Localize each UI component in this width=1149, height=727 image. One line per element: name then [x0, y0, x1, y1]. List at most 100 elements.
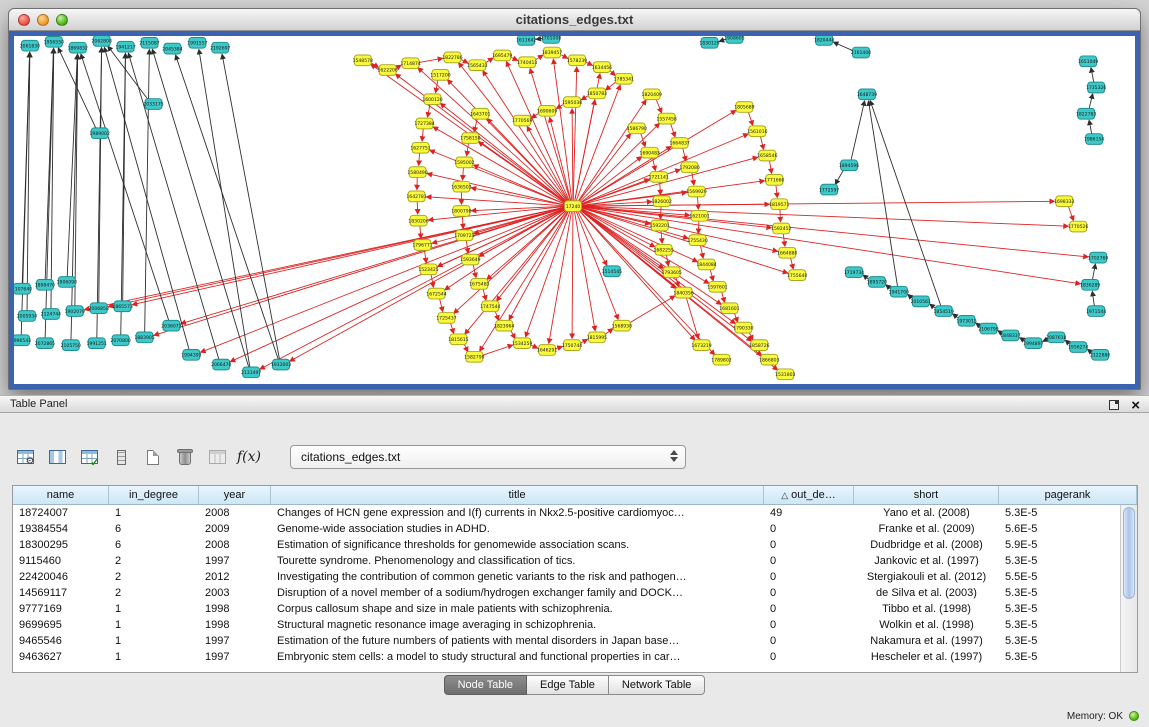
graph-node[interactable]: 1725437 — [436, 313, 456, 324]
table-row[interactable]: 946362711997Embryonic stem cells: a mode… — [13, 649, 1137, 665]
graph-node[interactable]: 2115087 — [139, 37, 159, 48]
table-cell[interactable]: 1998 — [199, 601, 271, 617]
graph-node[interactable]: 1634456 — [592, 62, 612, 73]
graph-node[interactable]: 1830129 — [699, 37, 719, 48]
table-cell[interactable]: Stergiakouli et al. (2012) — [854, 569, 999, 585]
graph-node[interactable]: 1956550 — [44, 36, 64, 47]
window-titlebar[interactable]: citations_edges.txt — [9, 9, 1140, 31]
table-cell[interactable]: 1 — [109, 505, 199, 521]
table-cell[interactable]: 5.3E-5 — [999, 601, 1137, 617]
graph-node[interactable]: 1865573 — [112, 301, 132, 312]
table-cell[interactable]: 1997 — [199, 633, 271, 649]
graph-node[interactable]: 1622206 — [377, 65, 397, 76]
table-cell[interactable]: 0 — [764, 585, 854, 601]
table-cell[interactable]: 5.3E-5 — [999, 649, 1137, 665]
graph-node[interactable]: 1770569 — [512, 115, 532, 126]
graph-node[interactable]: 2062808 — [92, 36, 112, 46]
graph-node[interactable]: 1991557 — [187, 37, 207, 48]
graph-node[interactable]: 1822786 — [442, 52, 462, 63]
table-cell[interactable]: 6 — [109, 521, 199, 537]
graph-node[interactable]: 1820444 — [814, 36, 834, 45]
graph-node[interactable]: 2006858 — [89, 303, 109, 314]
graph-node[interactable]: 1750744 — [562, 340, 582, 351]
table-cell[interactable]: 2012 — [199, 569, 271, 585]
graph-node[interactable]: 1973015 — [956, 315, 976, 326]
graph-node[interactable]: 1815615 — [448, 334, 468, 345]
table-cell[interactable]: 2009 — [199, 521, 271, 537]
graph-node[interactable]: 1986154 — [1084, 134, 1104, 145]
table-cell[interactable]: 5.3E-5 — [999, 505, 1137, 521]
graph-node[interactable]: 1702769 — [1088, 252, 1108, 263]
graph-node[interactable]: 1517200 — [430, 70, 450, 81]
table-cell[interactable]: Changes of HCN gene expression and I(f) … — [271, 505, 764, 521]
table-cell[interactable]: 19384554 — [13, 521, 109, 537]
graph-node[interactable]: 1534259 — [512, 338, 532, 349]
graph-node[interactable]: 1681601 — [719, 303, 739, 314]
graph-node[interactable]: 1789802 — [711, 354, 731, 365]
table-cell[interactable]: Nakamura et al. (1997) — [854, 633, 999, 649]
graph-node[interactable]: 1642781 — [406, 191, 426, 202]
graph-node[interactable]: 1840356 — [673, 287, 693, 298]
table-cell[interactable]: 0 — [764, 521, 854, 537]
graph-node[interactable]: 1569929 — [686, 186, 706, 197]
column-header-title[interactable]: title — [271, 486, 764, 504]
delete-button[interactable] — [172, 444, 198, 470]
table-row[interactable]: 1456911722003Disruption of a novel membe… — [13, 585, 1137, 601]
close-panel-icon[interactable]: × — [1131, 398, 1140, 413]
table-cell[interactable]: Franke et al. (2009) — [854, 521, 999, 537]
graph-node[interactable]: 1793605 — [661, 267, 681, 278]
graph-node[interactable]: 1658546 — [757, 150, 777, 161]
graph-node[interactable]: 1578239 — [567, 55, 587, 66]
graph-node[interactable]: 2161400 — [851, 47, 871, 58]
graph-node[interactable]: 1643701 — [470, 108, 490, 119]
graph-node[interactable]: 1727384 — [414, 118, 434, 129]
graph-node[interactable]: 2045384 — [162, 43, 182, 54]
graph-node[interactable]: 1848337 — [1000, 330, 1020, 341]
table-cell[interactable]: 0 — [764, 617, 854, 633]
graph-node[interactable]: 1664880 — [777, 247, 797, 258]
graph-node[interactable]: 1548578 — [353, 55, 373, 66]
graph-node[interactable]: 1858726 — [749, 340, 769, 351]
graph-node[interactable]: 2105750 — [61, 340, 81, 351]
table-cell[interactable]: 9699695 — [13, 617, 109, 633]
graph-node[interactable]: 1854519 — [933, 306, 953, 317]
table-row[interactable]: 2242004622012Investigating the contribut… — [13, 569, 1137, 585]
tab-node-table[interactable]: Node Table — [444, 675, 527, 695]
table-cell[interactable]: 5.9E-5 — [999, 537, 1137, 553]
graph-node[interactable]: 1514545 — [602, 266, 622, 277]
graph-node[interactable]: 1996543 — [14, 335, 31, 346]
graph-node[interactable]: 1690483 — [640, 147, 660, 158]
column-visibility-button[interactable] — [44, 444, 70, 470]
table-cell[interactable]: 9777169 — [13, 601, 109, 617]
table-row[interactable]: 911546021997Tourette syndrome. Phenomeno… — [13, 553, 1137, 569]
table-cell[interactable]: Disruption of a novel member of a sodium… — [271, 585, 764, 601]
graph-node[interactable]: 1593649 — [460, 254, 480, 265]
graph-node[interactable]: 1698333 — [1054, 196, 1074, 207]
table-cell[interactable]: Estimation of significance thresholds fo… — [271, 537, 764, 553]
table-cell[interactable]: 2 — [109, 553, 199, 569]
table-cell[interactable]: 0 — [764, 649, 854, 665]
graph-node[interactable]: 1580490 — [407, 167, 427, 178]
graph-node[interactable]: 1648739 — [857, 89, 877, 100]
graph-node[interactable]: 1621001 — [689, 210, 709, 221]
table-cell[interactable]: 0 — [764, 537, 854, 553]
close-window-button[interactable] — [18, 14, 30, 26]
graph-node[interactable]: 1565433 — [467, 60, 487, 71]
graph-node[interactable]: 1695479 — [492, 50, 512, 61]
graph-node[interactable]: 2066470 — [211, 359, 231, 370]
table-cell[interactable]: 1 — [109, 633, 199, 649]
select-columns-button[interactable] — [76, 444, 102, 470]
table-row[interactable]: 946554611997Estimation of the future num… — [13, 633, 1137, 649]
graph-node[interactable]: 1933003 — [271, 359, 291, 370]
table-cell[interactable]: 9115460 — [13, 553, 109, 569]
graph-node[interactable]: 1805689 — [734, 102, 754, 113]
graph-node[interactable]: 1895720 — [867, 277, 887, 288]
column-header-short[interactable]: short — [854, 486, 999, 504]
graph-node[interactable]: 1894596 — [839, 160, 859, 171]
graph-node[interactable]: 1822783 — [1076, 108, 1096, 119]
graph-node[interactable]: 2005934 — [17, 311, 37, 322]
table-cell[interactable]: 5.3E-5 — [999, 617, 1137, 633]
graph-node[interactable]: 1597601 — [707, 281, 727, 292]
graph-node[interactable]: 1721141 — [649, 172, 669, 183]
graph-node[interactable]: 1592452 — [771, 223, 791, 234]
